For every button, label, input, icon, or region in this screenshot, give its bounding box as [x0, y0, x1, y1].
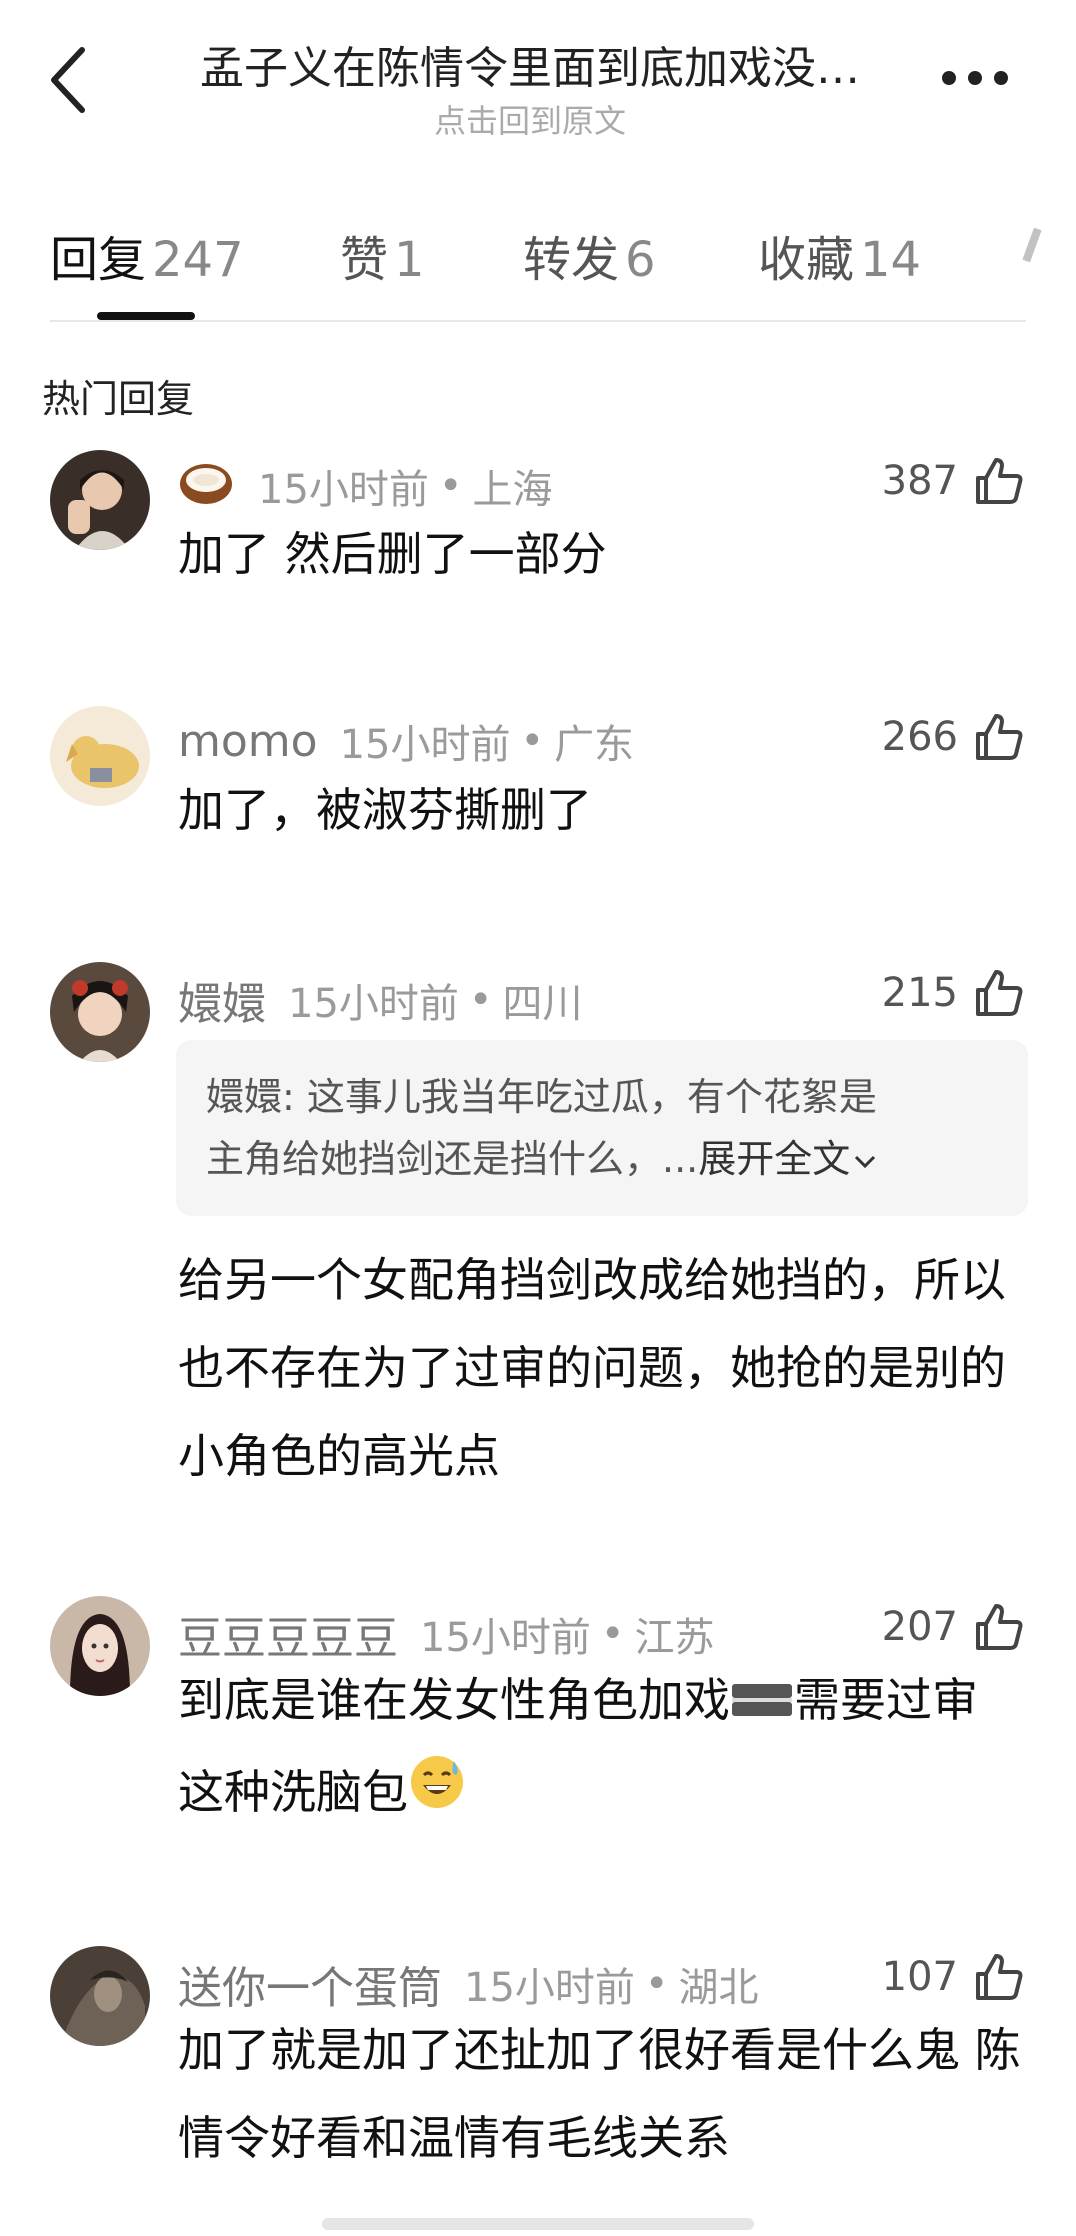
like-button[interactable]: 266 — [882, 710, 1026, 764]
post-title[interactable]: 孟子义在陈情令里面到底加戏没… — [140, 32, 920, 96]
comment-location: 广东 — [554, 722, 635, 768]
tab-likes[interactable]: 赞1 — [340, 220, 425, 290]
chevron-left-icon — [51, 47, 85, 113]
username[interactable]: 嬛嬛 — [178, 968, 266, 1032]
tab-bar: 回复 247 赞1 转发 6 收藏 14 — [0, 210, 1076, 320]
tab-reposts[interactable]: 转发 6 — [523, 220, 656, 290]
comment-text: 加了就是加了还扯加了很好看是什么鬼 陈情令好看和温情有毛线关系 — [178, 2023, 1021, 2165]
more-dots-icon[interactable] — [930, 58, 1020, 98]
avatar[interactable] — [50, 1596, 150, 1696]
top-bar: 孟子义在陈情令里面到底加戏没… 点击回到原文 — [0, 0, 1076, 150]
like-button[interactable]: 207 — [882, 1600, 1026, 1654]
tab-replies[interactable]: 回复 247 — [50, 220, 244, 290]
comment-meta: 15小时前 • 上海 — [178, 456, 553, 516]
back-to-original-link[interactable]: 点击回到原文 — [140, 96, 920, 142]
avatar[interactable] — [50, 962, 150, 1062]
comment-text: 加了 然后删了一部分 — [178, 527, 607, 581]
avatar[interactable] — [50, 450, 150, 550]
comment-text: 给另一个女配角挡剑改成给她挡的，所以也不存在为了过审的问题，她抢的是别的小角色的… — [178, 1253, 1006, 1483]
comment-location: 四川 — [502, 981, 583, 1027]
quoted-reply[interactable]: 嬛嬛: 这事儿我当年吃过瓜，有个花絮是 主角给她挡剑还是挡什么，...展开全文 — [176, 1040, 1028, 1216]
coconut-icon — [178, 456, 234, 516]
thumbs-up-icon — [976, 1604, 1023, 1650]
expand-full-text-link[interactable]: 展开全文 — [698, 1137, 878, 1181]
chevron-down-icon — [855, 1155, 876, 1168]
comment-meta: momo 15小时前 • 广东 — [178, 712, 634, 770]
back-button[interactable] — [40, 40, 96, 120]
like-count: 107 — [881, 1954, 958, 2000]
like-count: 266 — [881, 714, 958, 760]
like-count: 387 — [881, 458, 958, 504]
comment-time: 15小时前 — [258, 467, 429, 513]
quote-line: 嬛嬛: 这事儿我当年吃过瓜，有个花絮是 — [206, 1075, 877, 1119]
comment-time: 15小时前 — [464, 1965, 635, 2011]
like-button[interactable]: 215 — [882, 966, 1026, 1020]
active-tab-underline — [97, 312, 195, 320]
like-count: 207 — [881, 1604, 958, 1650]
avatar[interactable] — [50, 1946, 150, 2046]
divider — [50, 320, 1026, 322]
username[interactable]: momo — [178, 716, 318, 767]
sweat-smile-emoji-icon — [408, 1751, 466, 1839]
comment-location: 湖北 — [678, 1965, 759, 2011]
avatar[interactable] — [50, 706, 150, 806]
home-indicator — [322, 2218, 754, 2230]
tab-favorites[interactable]: 收藏 14 — [758, 220, 921, 290]
like-button[interactable]: 387 — [882, 454, 1026, 508]
comment-time: 15小时前 — [420, 1615, 591, 1661]
like-button[interactable]: 107 — [882, 1950, 1026, 2004]
thumbs-up-icon — [976, 970, 1023, 1016]
tab-overflow-indicator — [1018, 228, 1048, 272]
section-title: 热门回复 — [42, 377, 195, 421]
equals-sign-emoji-icon — [730, 1660, 794, 1748]
comment-location: 上海 — [472, 467, 553, 513]
quote-line: 主角给她挡剑还是挡什么，...展开全文 — [206, 1128, 998, 1190]
comment-time: 15小时前 — [339, 722, 511, 768]
thumbs-up-icon — [976, 458, 1023, 504]
like-count: 215 — [881, 970, 958, 1016]
comment-text: 加了，被淑芬撕删了 — [178, 783, 592, 837]
thumbs-up-icon — [976, 1954, 1023, 2000]
comment-text: 到底是谁在发女性角色加戏 需要过审这种洗脑包 — [178, 1656, 1008, 1839]
comment-location: 江苏 — [634, 1615, 715, 1661]
thumbs-up-icon — [976, 714, 1023, 760]
comment-time: 15小时前 — [288, 981, 459, 1027]
comment-meta: 嬛嬛 15小时前 • 四川 — [178, 968, 583, 1032]
